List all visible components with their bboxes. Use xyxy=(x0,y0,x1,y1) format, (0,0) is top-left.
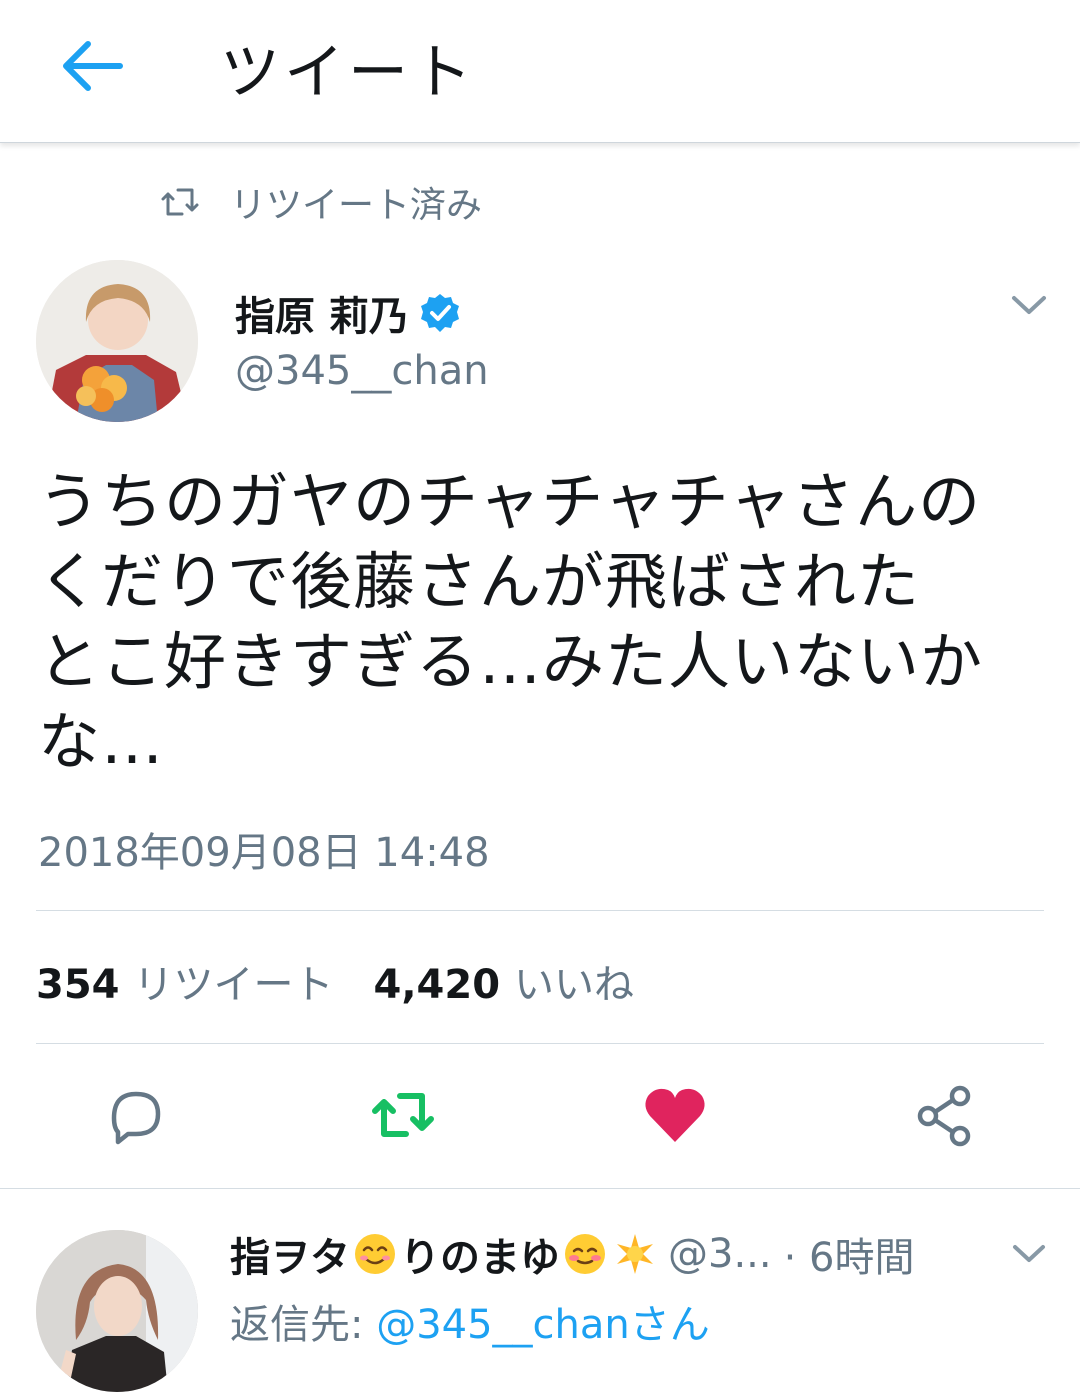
retweet-count-label[interactable]: リツイート xyxy=(134,952,334,1010)
tweet-menu-button[interactable] xyxy=(1006,290,1052,320)
like-count[interactable]: 4,420 xyxy=(374,962,501,1008)
tweet-text-line: くだりで後藤さんが飛ばされた xyxy=(38,545,921,618)
retweet-button[interactable] xyxy=(368,1080,438,1150)
retweet-icon xyxy=(372,1093,434,1137)
share-icon xyxy=(917,1085,971,1147)
chevron-down-icon xyxy=(1013,1245,1045,1262)
retweet-count[interactable]: 354 xyxy=(36,962,120,1008)
reply-header: 指ヲタ りのまゆ @3... · 6時間 xyxy=(230,1226,914,1282)
author-handle[interactable]: @345__chan xyxy=(235,348,489,394)
star-emoji-icon xyxy=(617,1234,653,1274)
page-title: ツイート xyxy=(220,38,476,108)
reply-avatar-photo xyxy=(36,1230,198,1392)
reply-menu-button[interactable] xyxy=(1008,1240,1050,1268)
arrow-left-icon xyxy=(63,41,123,91)
reply-handle[interactable]: @3... xyxy=(668,1231,772,1277)
reply-to-prefix: 返信先: xyxy=(230,1302,377,1348)
reply-display-name-part2[interactable]: りのまゆ xyxy=(400,1225,560,1283)
reply-author-avatar[interactable] xyxy=(36,1230,198,1392)
tweet-timestamp: 2018年09月08日 14:48 xyxy=(38,830,490,876)
reply-button[interactable] xyxy=(100,1080,170,1150)
like-button[interactable] xyxy=(640,1080,710,1150)
divider xyxy=(36,1043,1044,1044)
retweeted-label: リツイート済み xyxy=(230,185,483,226)
heart-icon xyxy=(645,1088,705,1142)
top-bar: ツイート xyxy=(0,0,1080,143)
reply-time: · 6時間 xyxy=(783,1235,915,1281)
author-name-row[interactable]: 指原 莉乃 xyxy=(235,284,461,342)
tweet-stats: 354 リツイート 4,420 いいね xyxy=(36,952,674,1010)
tweet-text-line: うちのガヤのチャチャチャさんの xyxy=(38,465,982,538)
retweet-icon xyxy=(161,188,199,216)
reply-icon xyxy=(111,1091,161,1145)
reply-to-link[interactable]: @345__chanさん xyxy=(376,1302,710,1348)
tweet-text: うちのガヤのチャチャチャさんの くだりで後藤さんが飛ばされた とこ好きすぎる…み… xyxy=(38,462,1048,782)
reply-display-name-part1[interactable]: 指ヲタ xyxy=(230,1225,350,1283)
tweet-text-line: な… xyxy=(38,705,165,778)
like-count-label[interactable]: いいね xyxy=(514,952,634,1010)
retweeted-banner: リツイート済み xyxy=(160,178,482,226)
divider xyxy=(36,910,1044,911)
smiling-face-emoji-icon xyxy=(355,1234,395,1274)
author-avatar[interactable] xyxy=(36,260,198,422)
back-button[interactable] xyxy=(56,34,128,98)
avatar-photo xyxy=(36,260,198,422)
chevron-down-icon xyxy=(1012,296,1046,314)
share-button[interactable] xyxy=(910,1080,980,1150)
blushing-face-emoji-icon xyxy=(565,1234,605,1274)
reply-to-line: 返信先: @345__chanさん xyxy=(230,1292,710,1350)
verified-badge-icon xyxy=(420,294,459,332)
section-divider xyxy=(0,1188,1080,1189)
author-display-name[interactable]: 指原 莉乃 xyxy=(235,284,409,342)
tweet-text-line: とこ好きすぎる…みた人いないか xyxy=(38,625,984,698)
